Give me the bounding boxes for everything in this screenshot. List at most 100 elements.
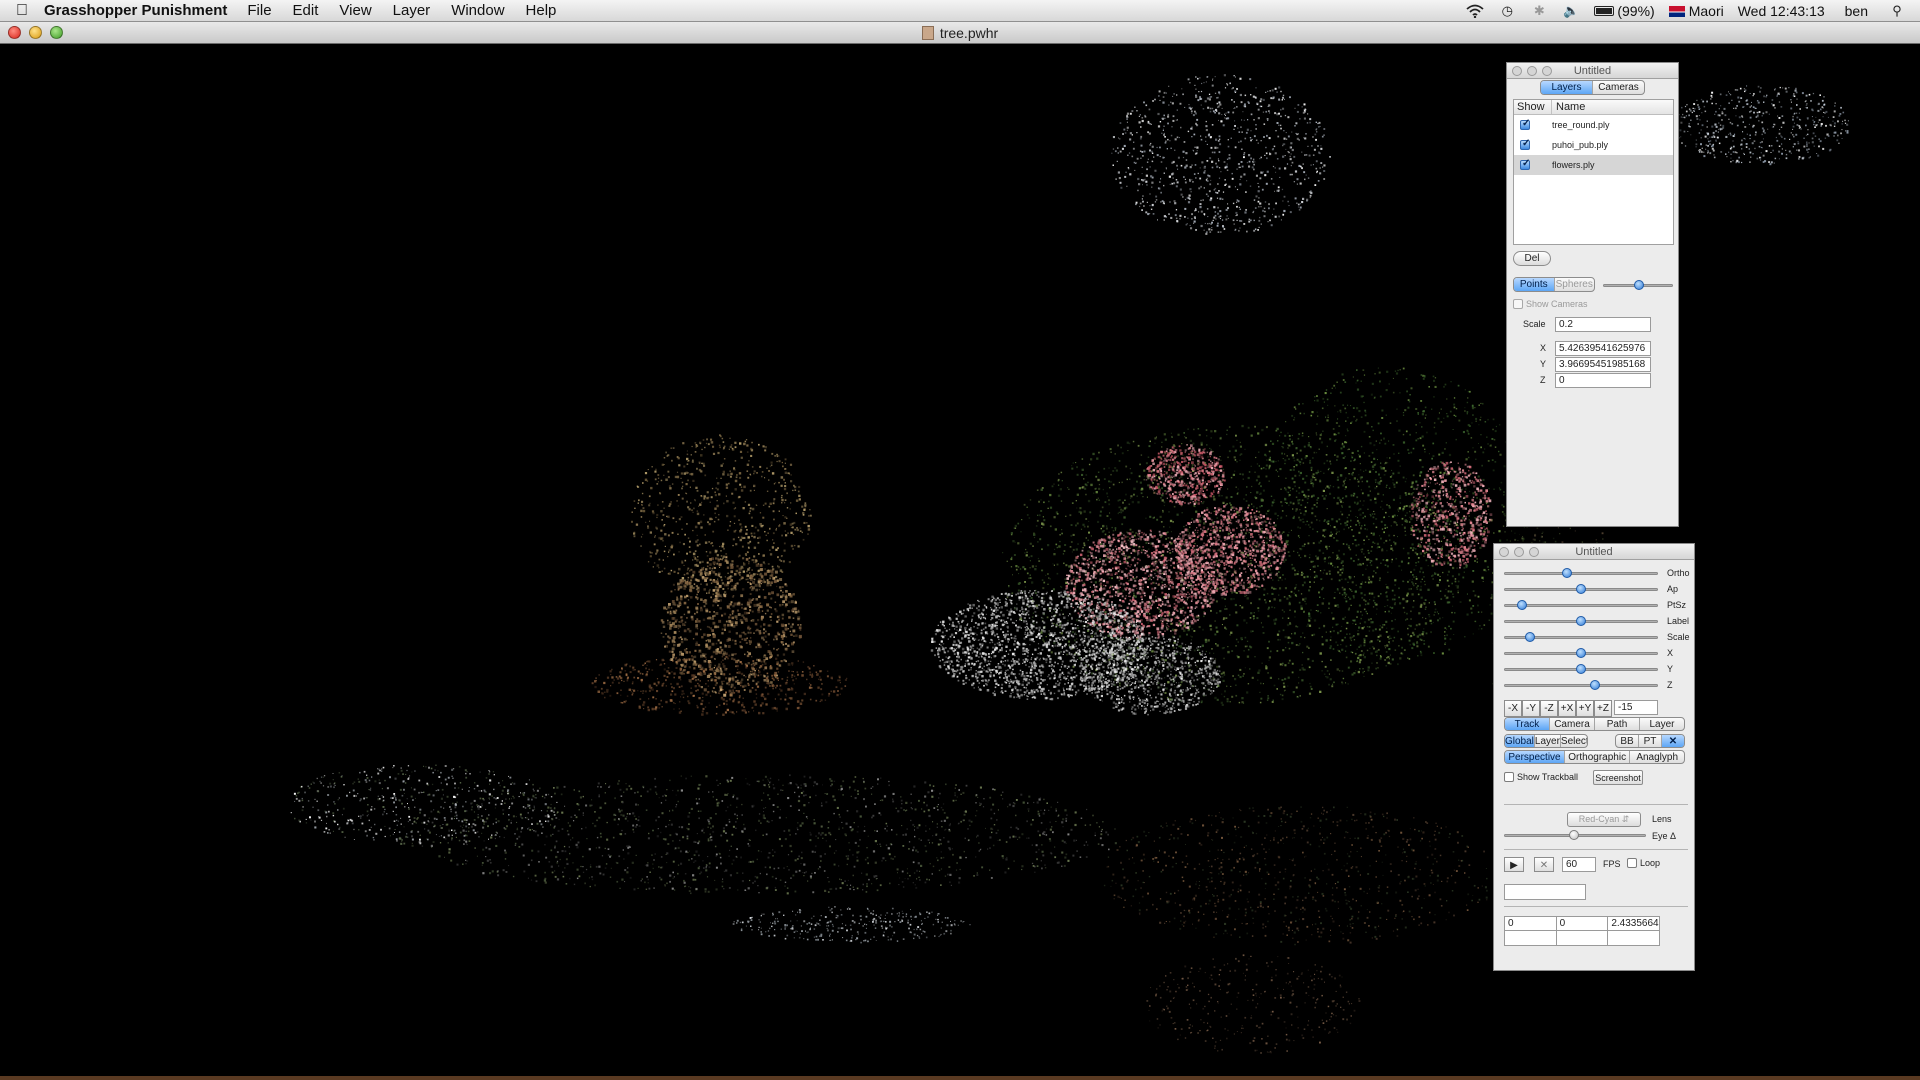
close-window-button[interactable] [8,26,21,39]
scale-slider[interactable] [1504,631,1658,643]
close-x-icon[interactable]: ✕ [1662,735,1684,747]
tab-frame-layer[interactable]: Layer [1535,735,1561,747]
tab-cameras[interactable]: Cameras [1593,81,1644,94]
panel-close-button[interactable] [1499,547,1509,557]
fps-field[interactable]: 60 [1562,857,1596,872]
zoom-window-button[interactable] [50,26,63,39]
loop-checkbox[interactable] [1627,858,1637,868]
tab-layers[interactable]: Layers [1541,81,1593,94]
tab-layer[interactable]: Layer [1640,718,1684,730]
stop-button[interactable]: ✕ [1534,857,1554,872]
y-slider[interactable] [1504,663,1658,675]
x-field[interactable]: 5.42639541625976 [1555,341,1651,356]
menu-layer[interactable]: Layer [393,2,431,19]
slider-knob[interactable] [1525,632,1536,642]
battery-status[interactable]: (99%) [1594,3,1655,19]
z-slider[interactable] [1504,679,1658,691]
spotlight-search-icon[interactable]: ⚲ [1888,3,1906,18]
eye-separation-slider[interactable] [1504,829,1646,841]
column-show[interactable]: Show [1514,100,1552,114]
controls-panel-titlebar[interactable]: Untitled [1494,544,1694,560]
minus-x-button[interactable]: -X [1504,700,1522,717]
show-cameras-checkbox[interactable] [1513,299,1523,309]
tab-perspective[interactable]: Perspective [1505,751,1565,763]
layer-row-selected[interactable]: flowers.ply [1514,155,1673,175]
input-source[interactable]: Maori [1668,3,1724,19]
slider-knob[interactable] [1517,600,1528,610]
minimize-window-button[interactable] [29,26,42,39]
layer-show-checkbox[interactable] [1520,158,1530,171]
apple-menu-icon[interactable]:  [0,2,44,20]
bluetooth-icon[interactable]: ✱ [1530,3,1548,18]
tab-select[interactable]: Select [1561,735,1587,747]
status-field[interactable] [1504,884,1586,900]
axis-step-field[interactable]: -15 [1614,700,1658,715]
tab-anaglyph[interactable]: Anaglyph [1630,751,1684,763]
screenshot-button[interactable]: Screenshot [1593,770,1643,785]
coord-field-2[interactable]: 0 [1556,916,1609,931]
wifi-icon[interactable] [1466,4,1484,18]
bb-button[interactable]: BB [1616,735,1639,747]
slider-knob[interactable] [1562,568,1573,578]
ptsz-slider[interactable] [1504,599,1658,611]
slider-knob[interactable] [1634,280,1645,290]
tab-spheres[interactable]: Spheres [1555,278,1595,291]
panel-zoom-button[interactable] [1529,547,1539,557]
layer-show-checkbox[interactable] [1520,118,1530,131]
slider-knob[interactable] [1576,664,1586,674]
tab-global[interactable]: Global [1505,735,1535,747]
minus-y-button[interactable]: -Y [1522,700,1540,717]
plus-y-button[interactable]: +Y [1576,700,1594,717]
plus-z-button[interactable]: +Z [1594,700,1612,717]
tab-points[interactable]: Points [1514,278,1555,291]
volume-icon[interactable]: 🔈 [1562,3,1580,18]
show-trackball-option[interactable]: Show Trackball [1504,772,1578,782]
coord-field-5[interactable] [1556,931,1609,946]
column-name[interactable]: Name [1552,100,1585,114]
ap-slider[interactable] [1504,583,1658,595]
coord-field-6[interactable] [1608,931,1661,946]
pt-button[interactable]: PT [1639,735,1662,747]
menu-edit[interactable]: Edit [293,2,319,19]
tab-track[interactable]: Track [1505,718,1550,730]
scale-field[interactable]: 0.2 [1555,317,1651,332]
slider-knob[interactable] [1576,616,1586,626]
panel-minimize-button[interactable] [1527,66,1537,76]
plus-x-button[interactable]: +X [1558,700,1576,717]
y-field[interactable]: 3.96695451985168 [1555,357,1651,372]
slider-knob[interactable] [1576,584,1586,594]
lens-select[interactable]: Red-Cyan ⇵ [1567,812,1641,827]
slider-knob[interactable] [1589,680,1600,690]
layers-panel-titlebar[interactable]: Untitled [1507,63,1678,79]
menu-help[interactable]: Help [526,2,557,19]
tab-camera[interactable]: Camera [1550,718,1595,730]
layer-show-checkbox[interactable] [1520,138,1530,151]
menu-file[interactable]: File [247,2,271,19]
time-machine-icon[interactable]: ◷ [1498,3,1516,18]
label-size-slider[interactable] [1504,615,1658,627]
layer-row[interactable]: puhoi_pub.ply [1514,135,1673,155]
loop-option[interactable]: Loop [1627,858,1660,868]
minus-z-button[interactable]: -Z [1540,700,1558,717]
coord-field-4[interactable] [1504,931,1557,946]
tab-orthographic[interactable]: Orthographic [1565,751,1631,763]
menu-window[interactable]: Window [451,2,504,19]
panel-zoom-button[interactable] [1542,66,1552,76]
panel-minimize-button[interactable] [1514,547,1524,557]
play-button[interactable]: ▶ [1504,857,1524,872]
app-menu[interactable]: Grasshopper Punishment [44,2,227,19]
render-size-slider[interactable] [1603,279,1673,291]
layer-row[interactable]: tree_round.ply [1514,115,1673,135]
coord-field-3[interactable]: 2.4335664 [1608,916,1661,931]
show-trackball-checkbox[interactable] [1504,772,1514,782]
ortho-slider[interactable] [1504,567,1658,579]
menu-view[interactable]: View [339,2,371,19]
show-cameras-option[interactable]: Show Cameras [1513,299,1588,309]
slider-knob[interactable] [1576,648,1586,658]
slider-knob[interactable] [1568,830,1579,840]
clock[interactable]: Wed 12:43:13 [1738,3,1825,19]
user-menu[interactable]: ben [1845,3,1868,19]
panel-close-button[interactable] [1512,66,1522,76]
delete-layer-button[interactable]: Del [1513,251,1551,266]
coord-field-1[interactable]: 0 [1504,916,1557,931]
